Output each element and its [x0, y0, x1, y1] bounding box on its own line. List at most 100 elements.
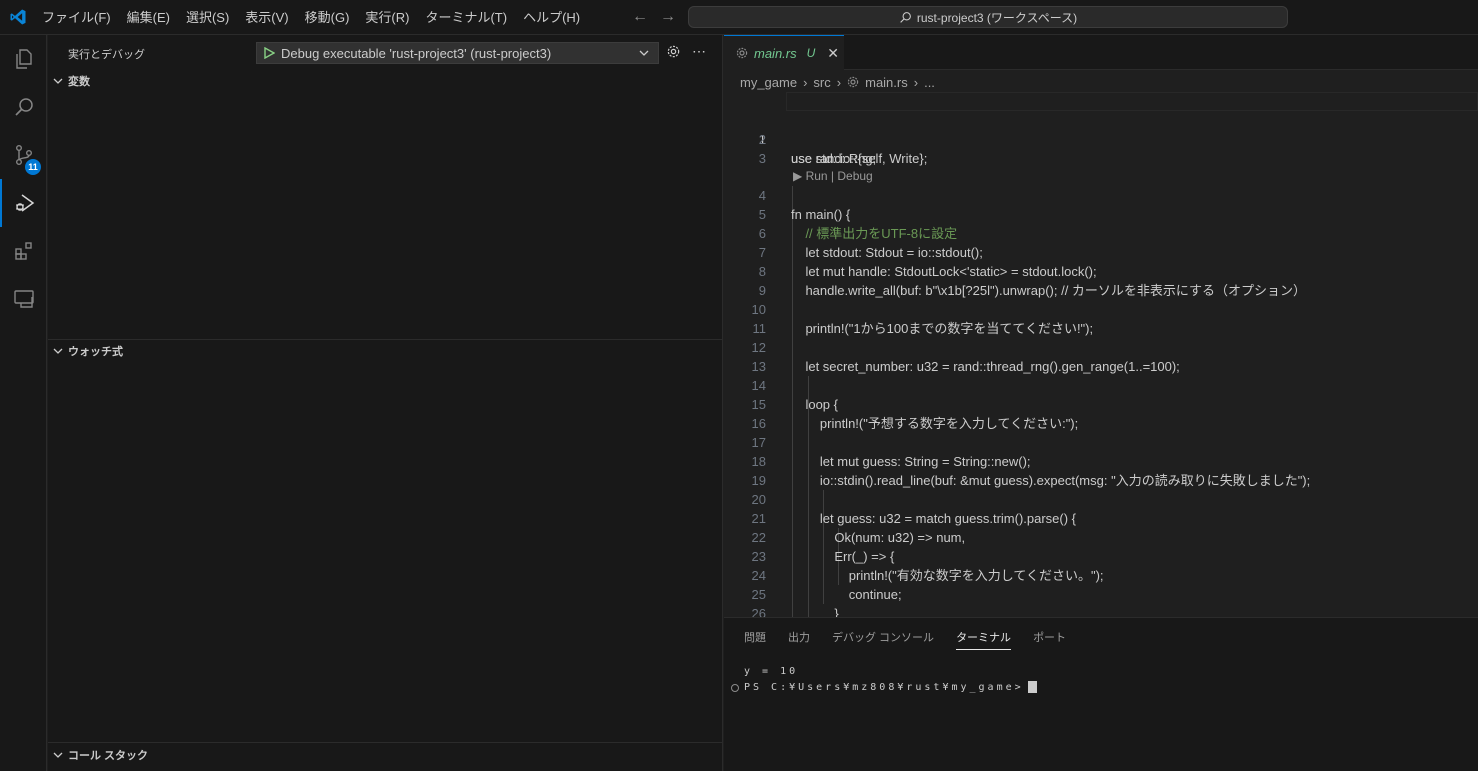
tab-ports[interactable]: ポート [1033, 629, 1066, 650]
menu-edit[interactable]: 編集(E) [119, 0, 178, 35]
breadcrumb-item[interactable]: main.rs [865, 75, 908, 90]
code-line: 8 handle.write_all(buf: b"\x1b[?25l").un… [724, 243, 1478, 298]
menu-view[interactable]: 表示(V) [237, 0, 296, 35]
gear-icon[interactable] [666, 44, 681, 59]
code-line: 21 Ok(num: u32) => num, [724, 490, 1478, 545]
terminal-cursor [1027, 681, 1037, 693]
command-center-label: rust-project3 (ワークスペース) [916, 10, 1078, 25]
code-line: 12 let secret_number: u32 = rand::thread… [724, 319, 1478, 374]
terminal-output-line: y = 10 [744, 666, 799, 677]
code-line: 10 println!("1から100までの数字を当ててください!"); [724, 281, 1478, 336]
chevron-right-icon: › [803, 74, 808, 90]
chevron-right-icon: › [913, 74, 919, 90]
terminal-prompt: PS C:¥Users¥mz808¥rust¥my_game> [744, 682, 1024, 693]
activity-search[interactable] [0, 83, 47, 131]
code-line: 27 [724, 604, 1478, 617]
remote-explorer-icon [13, 290, 34, 308]
menu-file[interactable]: ファイル(F) [34, 0, 119, 35]
call-stack-section-title: コール スタック [68, 750, 149, 762]
run-debug-icon [15, 194, 34, 212]
menu-run[interactable]: 実行(R) [357, 0, 417, 35]
tab-output[interactable]: 出力 [788, 629, 810, 650]
watch-section-header[interactable]: ウォッチ式 [48, 340, 722, 362]
vscode-logo-icon[interactable] [9, 8, 27, 26]
terminal-prompt-line[interactable]: PS C:¥Users¥mz808¥rust¥my_game> [744, 681, 1037, 693]
code-line: 26 }; [724, 585, 1478, 617]
code-line: 9 [724, 262, 1478, 298]
tab-terminal[interactable]: ターミナル [956, 629, 1012, 650]
run-debug-sidebar: 実行とデバッグ Debug executable 'rust-project3'… [48, 35, 723, 771]
editor-tab-bar: main.rs U ✕ [724, 35, 1478, 70]
extensions-icon [14, 242, 32, 260]
more-actions-icon[interactable]: ⋯ [692, 43, 707, 60]
activity-source-control[interactable]: 11 [0, 131, 47, 179]
code-line: 20 let guess: u32 = match guess.trim().p… [724, 471, 1478, 526]
activity-explorer[interactable] [0, 35, 47, 83]
settings-file-icon [736, 47, 748, 59]
explorer-icon [15, 49, 32, 69]
chevron-right-icon: › [836, 74, 842, 90]
code-line: 11 [724, 300, 1478, 336]
menu-bar: ファイル(F) 編集(E) 選択(S) 表示(V) 移動(G) 実行(R) ター… [34, 0, 588, 35]
code-editor[interactable]: 1 use std::io::{self, Write}; 2 use rand… [724, 91, 1478, 617]
editor-area: main.rs U ✕ my_game › src › main.rs › ..… [724, 35, 1478, 617]
code-line: 14 loop { [724, 357, 1478, 412]
chevron-down-icon [53, 348, 63, 354]
menu-terminal[interactable]: ターミナル(T) [417, 0, 515, 35]
chevron-down-icon [53, 752, 63, 758]
menu-go[interactable]: 移動(G) [297, 0, 358, 35]
activity-remote-explorer[interactable] [0, 275, 47, 323]
code-line: 6 let stdout: Stdout = io::stdout(); [724, 205, 1478, 260]
settings-file-icon [847, 76, 859, 88]
code-line: 25 } [724, 566, 1478, 617]
breadcrumb: my_game › src › main.rs › ... [740, 73, 935, 91]
forward-arrow-icon[interactable]: → [660, 8, 676, 26]
code-line: 19 [724, 452, 1478, 488]
code-line: 7 let mut handle: StdoutLock<'static> = … [724, 224, 1478, 279]
menu-help[interactable]: ヘルプ(H) [515, 0, 588, 35]
command-center-search[interactable]: rust-project3 (ワークスペース) [688, 6, 1288, 28]
title-bar: ファイル(F) 編集(E) 選択(S) 表示(V) 移動(G) 実行(R) ター… [0, 0, 1478, 35]
watch-section-title: ウォッチ式 [68, 346, 123, 358]
code-line: 22 Err(_) => { [724, 509, 1478, 564]
search-icon [14, 98, 33, 116]
debug-config-label: Debug executable 'rust-project3' (rust-p… [281, 45, 552, 61]
current-line-highlight [786, 92, 1478, 111]
menu-selection[interactable]: 選択(S) [178, 0, 237, 35]
code-line: 4 fn main() { [724, 167, 1478, 222]
bottom-panel: 問題 出力 デバッグ コンソール ターミナル ポート y = 10 PS C:¥… [724, 617, 1478, 771]
breadcrumb-item[interactable]: src [813, 75, 830, 90]
chevron-down-icon [639, 50, 649, 56]
code-line: 24 continue; [724, 547, 1478, 602]
panel-tabs: 問題 出力 デバッグ コンソール ターミナル ポート [744, 629, 1066, 650]
untracked-status-badge: U [806, 46, 816, 60]
start-debugging-icon[interactable] [263, 47, 275, 59]
tab-debug-console[interactable]: デバッグ コンソール [832, 629, 934, 650]
variables-section-title: 変数 [68, 76, 90, 88]
code-line: 17 let mut guess: String = String::new()… [724, 414, 1478, 469]
command-status-icon[interactable] [731, 684, 739, 692]
search-icon [900, 11, 911, 23]
codelens-line: ▶ Run | Debug [724, 148, 1478, 183]
navigation-arrows: ← → [632, 8, 676, 26]
back-arrow-icon[interactable]: ← [632, 8, 648, 26]
source-control-badge: 11 [25, 159, 41, 175]
breadcrumb-item[interactable]: ... [924, 75, 935, 90]
sidebar-title: 実行とデバッグ [68, 49, 145, 61]
activity-run-debug[interactable] [0, 179, 47, 227]
close-icon[interactable]: ✕ [827, 45, 839, 62]
tab-main-rs[interactable]: main.rs U ✕ [724, 35, 844, 70]
code-line: 2 use rand::Rng; [724, 111, 1478, 166]
section-divider [48, 742, 722, 743]
code-line: 15 println!("予想する数字を入力してください:"); [724, 376, 1478, 431]
activity-extensions[interactable] [0, 227, 47, 275]
debug-config-select[interactable]: Debug executable 'rust-project3' (rust-p… [256, 42, 659, 64]
tab-problems[interactable]: 問題 [744, 629, 766, 650]
code-line: 23 println!("有効な数字を入力してください。"); [724, 528, 1478, 583]
code-line: 18 io::stdin().read_line(buf: &mut guess… [724, 433, 1478, 488]
breadcrumb-item[interactable]: my_game [740, 75, 797, 90]
code-line: 13 [724, 338, 1478, 374]
variables-section-header[interactable]: 変数 [48, 70, 722, 92]
call-stack-section-header[interactable]: コール スタック [48, 744, 722, 766]
code-line: 1 use std::io::{self, Write}; [724, 92, 1478, 166]
